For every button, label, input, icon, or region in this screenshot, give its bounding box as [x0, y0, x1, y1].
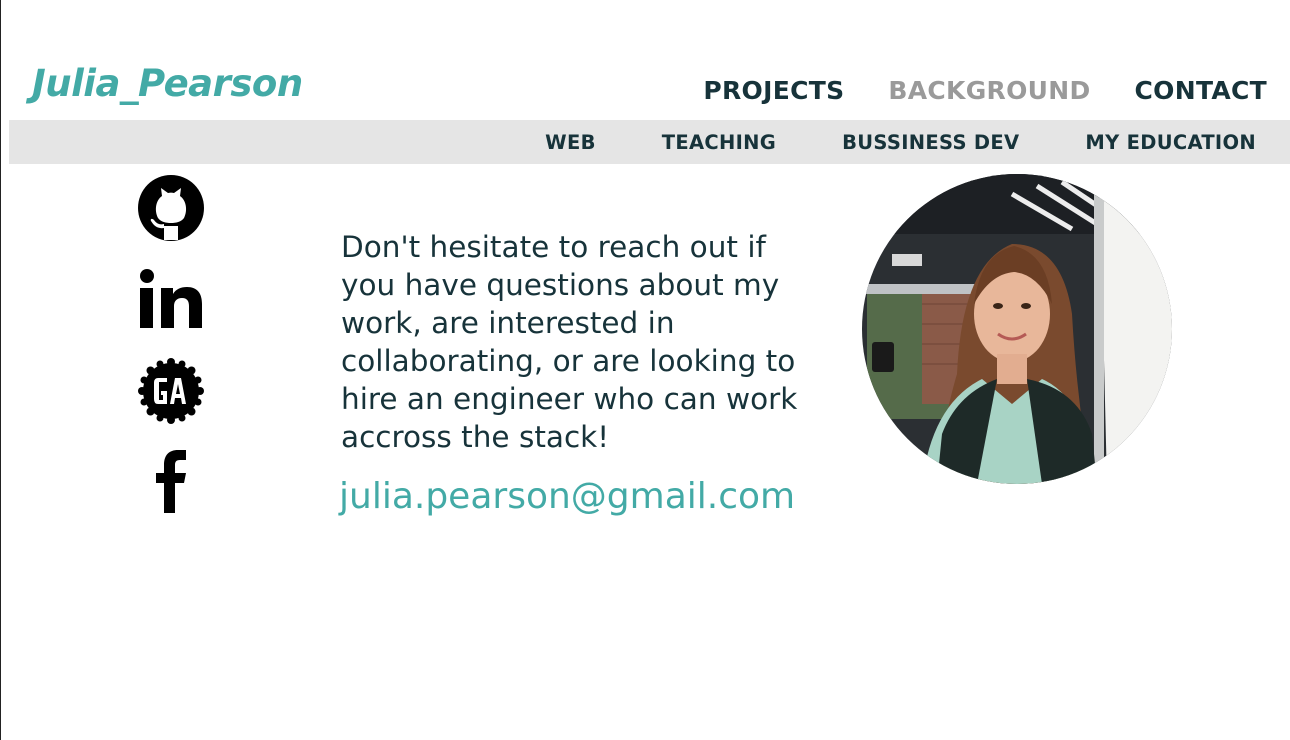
- profile-photo: [862, 174, 1172, 484]
- general-assembly-icon[interactable]: [136, 358, 206, 424]
- linkedin-icon[interactable]: [136, 268, 206, 330]
- sub-nav-items: WEB TEACHING BUSSINESS DEV MY EDUCATION: [545, 131, 1256, 154]
- facebook-icon[interactable]: [136, 449, 206, 513]
- site-logo[interactable]: Julia_Pearson: [32, 62, 303, 105]
- nav-background[interactable]: BACKGROUND: [888, 76, 1090, 105]
- subnav-business-dev[interactable]: BUSSINESS DEV: [842, 131, 1019, 154]
- sub-nav-bar: WEB TEACHING BUSSINESS DEV MY EDUCATION: [9, 120, 1290, 164]
- nav-projects[interactable]: PROJECTS: [703, 76, 844, 105]
- main-nav: PROJECTS BACKGROUND CONTACT: [703, 76, 1267, 105]
- subnav-teaching[interactable]: TEACHING: [662, 131, 776, 154]
- subnav-my-education[interactable]: MY EDUCATION: [1085, 131, 1256, 154]
- contact-message: Don't hesitate to reach out if you have …: [341, 230, 798, 454]
- page-border: [0, 0, 1, 740]
- github-icon[interactable]: [136, 174, 206, 242]
- subnav-web[interactable]: WEB: [545, 131, 596, 154]
- email-link[interactable]: julia.pearson@gmail.com: [339, 476, 795, 517]
- nav-contact[interactable]: CONTACT: [1135, 76, 1267, 105]
